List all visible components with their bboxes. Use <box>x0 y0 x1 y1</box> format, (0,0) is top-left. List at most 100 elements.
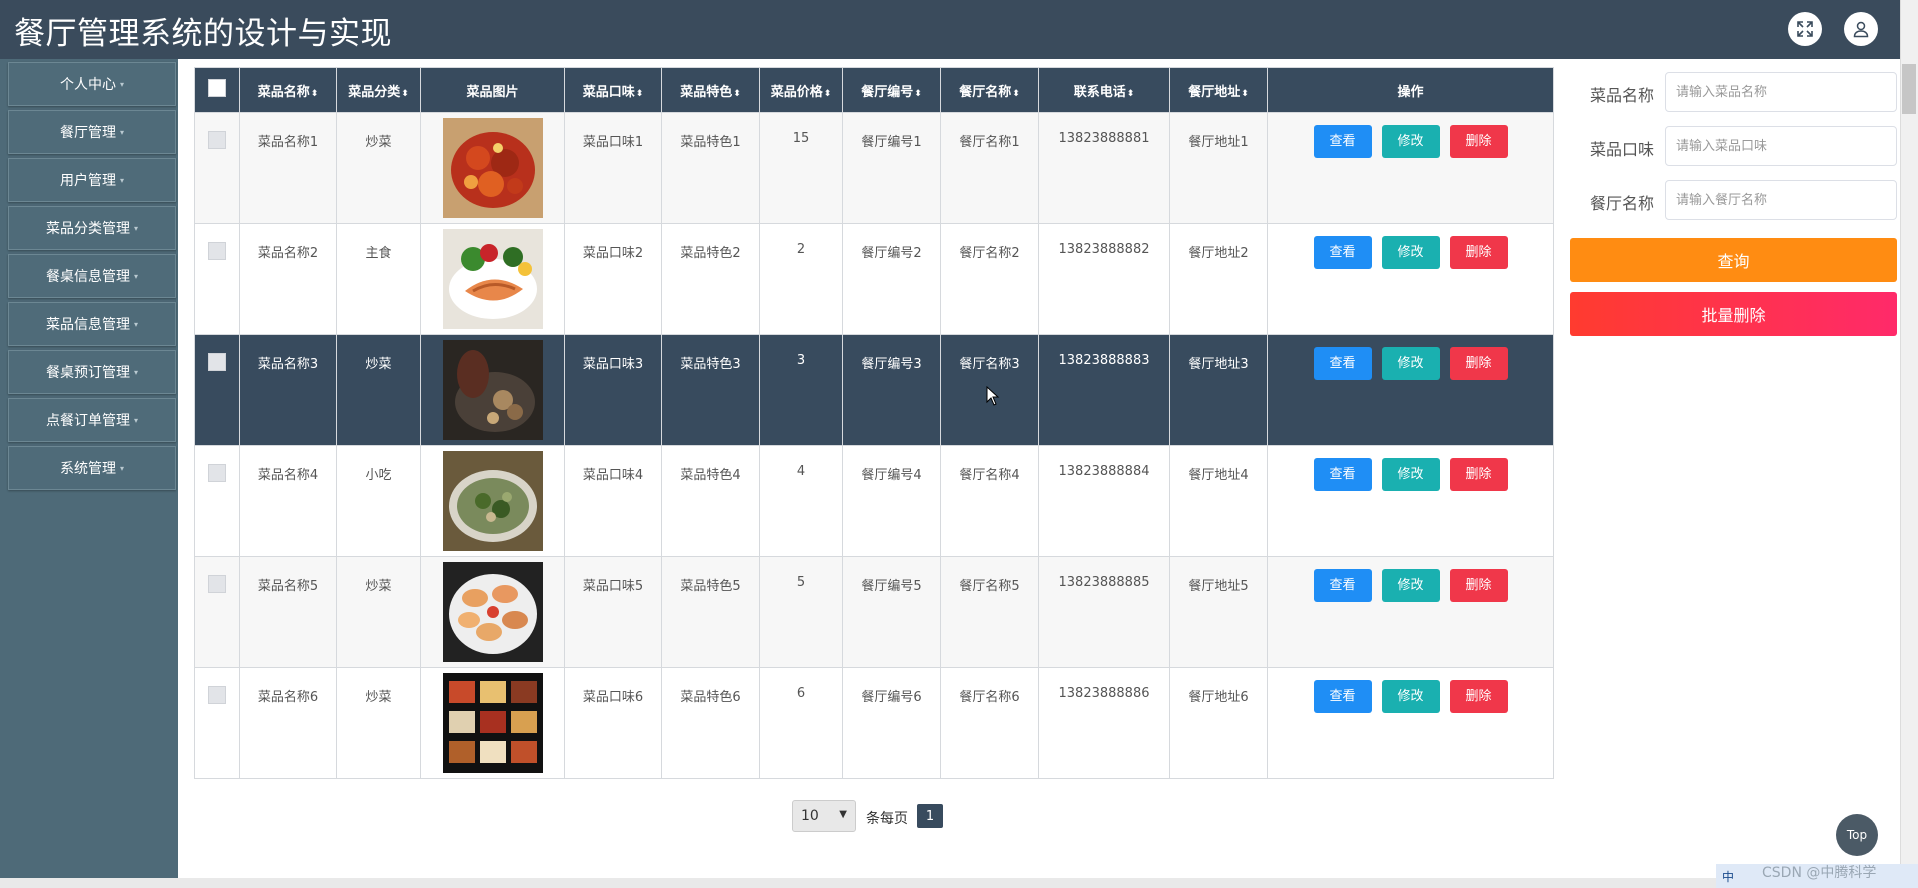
caret-down-icon: ▾ <box>119 175 124 185</box>
sidebar-item-system-management[interactable]: 系统管理 ▾ <box>8 446 176 490</box>
view-button[interactable]: 查看 <box>1313 569 1372 602</box>
taste-cell: 菜品口味5 <box>564 556 662 668</box>
sidebar-item-label: 用户管理 <box>59 173 116 189</box>
col-header-address[interactable]: 餐厅地址⬍ <box>1169 67 1268 113</box>
delete-button[interactable]: 删除 <box>1449 236 1508 269</box>
feature-cell: 菜品特色6 <box>661 667 760 779</box>
sidebar-item-user-management[interactable]: 用户管理 ▾ <box>8 158 176 202</box>
taste-cell: 菜品口味6 <box>564 667 662 779</box>
address-cell: 餐厅地址6 <box>1169 667 1268 779</box>
view-button[interactable]: 查看 <box>1313 236 1372 269</box>
sort-icon: ⬍ <box>733 88 741 99</box>
actions-cell: 查看 修改 删除 <box>1267 334 1554 446</box>
col-header-phone[interactable]: 联系电话⬍ <box>1038 67 1170 113</box>
col-header-feature[interactable]: 菜品特色⬍ <box>661 67 760 113</box>
address-cell: 餐厅地址4 <box>1169 445 1268 557</box>
dish-image-cell <box>420 334 565 446</box>
sidebar-item-label: 菜品分类管理 <box>45 221 130 237</box>
sidebar-item-dish-category-management[interactable]: 菜品分类管理 ▾ <box>8 206 176 250</box>
sidebar-item-label: 系统管理 <box>59 461 116 477</box>
edit-button[interactable]: 修改 <box>1381 236 1440 269</box>
restaurant-name-input[interactable] <box>1665 180 1897 220</box>
dish-name-input[interactable] <box>1665 72 1897 112</box>
view-button[interactable]: 查看 <box>1313 347 1372 380</box>
price-cell: 4 <box>759 445 843 557</box>
sidebar-item-restaurant-management[interactable]: 餐厅管理 ▾ <box>8 110 176 154</box>
restaurant-code-cell: 餐厅编号3 <box>842 334 941 446</box>
dish-name-cell: 菜品名称1 <box>239 112 337 224</box>
dish-taste-input[interactable] <box>1665 126 1897 166</box>
col-header-actions: 操作 <box>1267 67 1554 113</box>
restaurant-name-cell: 餐厅名称5 <box>940 556 1039 668</box>
back-to-top-button[interactable]: Top <box>1836 814 1878 856</box>
delete-button[interactable]: 删除 <box>1449 347 1508 380</box>
sidebar-item-dish-info-management[interactable]: 菜品信息管理 ▾ <box>8 302 176 346</box>
edit-button[interactable]: 修改 <box>1381 347 1440 380</box>
view-button[interactable]: 查看 <box>1313 125 1372 158</box>
view-button[interactable]: 查看 <box>1313 458 1372 491</box>
col-header-dish-name[interactable]: 菜品名称⬍ <box>239 67 337 113</box>
edit-button[interactable]: 修改 <box>1381 680 1440 713</box>
row-checkbox[interactable] <box>208 686 226 704</box>
row-select-cell <box>194 445 240 557</box>
col-header-restaurant-name[interactable]: 餐厅名称⬍ <box>940 67 1039 113</box>
sort-icon: ⬍ <box>1012 88 1020 99</box>
table-row: 菜品名称3 炒菜 菜品口味3 菜品特色3 3 餐厅编号3 餐厅名称3 13823… <box>194 334 1554 446</box>
row-checkbox[interactable] <box>208 464 226 482</box>
col-header-price[interactable]: 菜品价格⬍ <box>759 67 843 113</box>
category-cell: 炒菜 <box>336 556 421 668</box>
row-checkbox[interactable] <box>208 575 226 593</box>
phone-cell: 13823888882 <box>1038 223 1170 335</box>
horizontal-scrollbar[interactable] <box>0 878 1900 888</box>
page-size-select[interactable]: 10 ▼ <box>792 800 856 832</box>
sidebar-item-table-info-management[interactable]: 餐桌信息管理 ▾ <box>8 254 176 298</box>
vertical-scrollbar[interactable] <box>1900 0 1918 888</box>
taste-cell: 菜品口味2 <box>564 223 662 335</box>
user-button[interactable] <box>1844 12 1878 46</box>
batch-delete-button[interactable]: 批量删除 <box>1570 292 1897 336</box>
app-title: 餐厅管理系统的设计与实现 <box>14 16 392 52</box>
sort-icon: ⬍ <box>1126 88 1135 99</box>
sidebar-item-order-management[interactable]: 点餐订单管理 ▾ <box>8 398 176 442</box>
row-checkbox[interactable] <box>208 353 226 371</box>
taste-cell: 菜品口味4 <box>564 445 662 557</box>
row-checkbox[interactable] <box>208 131 226 149</box>
col-header-taste[interactable]: 菜品口味⬍ <box>564 67 662 113</box>
delete-button[interactable]: 删除 <box>1449 569 1508 602</box>
phone-cell: 13823888881 <box>1038 112 1170 224</box>
dish-name-cell: 菜品名称2 <box>239 223 337 335</box>
price-cell: 6 <box>759 667 843 779</box>
table-row: 菜品名称6 炒菜 菜品口味6 菜品特色6 6 餐厅编号6 餐厅名称6 13823… <box>194 667 1554 779</box>
page-size-value: 10 <box>801 808 819 824</box>
dish-image-bento <box>442 673 543 773</box>
query-button[interactable]: 查询 <box>1570 238 1897 282</box>
actions-cell: 查看 修改 删除 <box>1267 112 1554 224</box>
scrollbar-thumb[interactable] <box>1902 64 1916 114</box>
edit-button[interactable]: 修改 <box>1381 125 1440 158</box>
view-button[interactable]: 查看 <box>1313 680 1372 713</box>
caret-down-icon: ▾ <box>119 127 124 137</box>
dish-image-cell <box>420 556 565 668</box>
row-checkbox[interactable] <box>208 242 226 260</box>
delete-button[interactable]: 删除 <box>1449 458 1508 491</box>
sidebar-item-table-booking-management[interactable]: 餐桌预订管理 ▾ <box>8 350 176 394</box>
delete-button[interactable]: 删除 <box>1449 680 1508 713</box>
page-number-current[interactable]: 1 <box>917 804 943 828</box>
taste-cell: 菜品口味1 <box>564 112 662 224</box>
dish-image-salmon <box>442 229 543 329</box>
col-header-restaurant-code[interactable]: 餐厅编号⬍ <box>842 67 941 113</box>
restaurant-name-label: 餐厅名称 <box>1590 194 1655 213</box>
sidebar-item-personal-center[interactable]: 个人中心 ▾ <box>8 62 176 106</box>
row-select-cell <box>194 556 240 668</box>
sort-icon: ⬍ <box>635 88 644 99</box>
select-all-checkbox[interactable] <box>208 79 226 97</box>
edit-button[interactable]: 修改 <box>1381 458 1440 491</box>
restaurant-code-cell: 餐厅编号6 <box>842 667 941 779</box>
edit-button[interactable]: 修改 <box>1381 569 1440 602</box>
sidebar-item-label: 点餐订单管理 <box>45 413 130 429</box>
fullscreen-button[interactable] <box>1788 12 1822 46</box>
delete-button[interactable]: 删除 <box>1449 125 1508 158</box>
col-header-category[interactable]: 菜品分类⬍ <box>336 67 421 113</box>
feature-cell: 菜品特色4 <box>661 445 760 557</box>
sort-icon: ⬍ <box>310 88 319 99</box>
